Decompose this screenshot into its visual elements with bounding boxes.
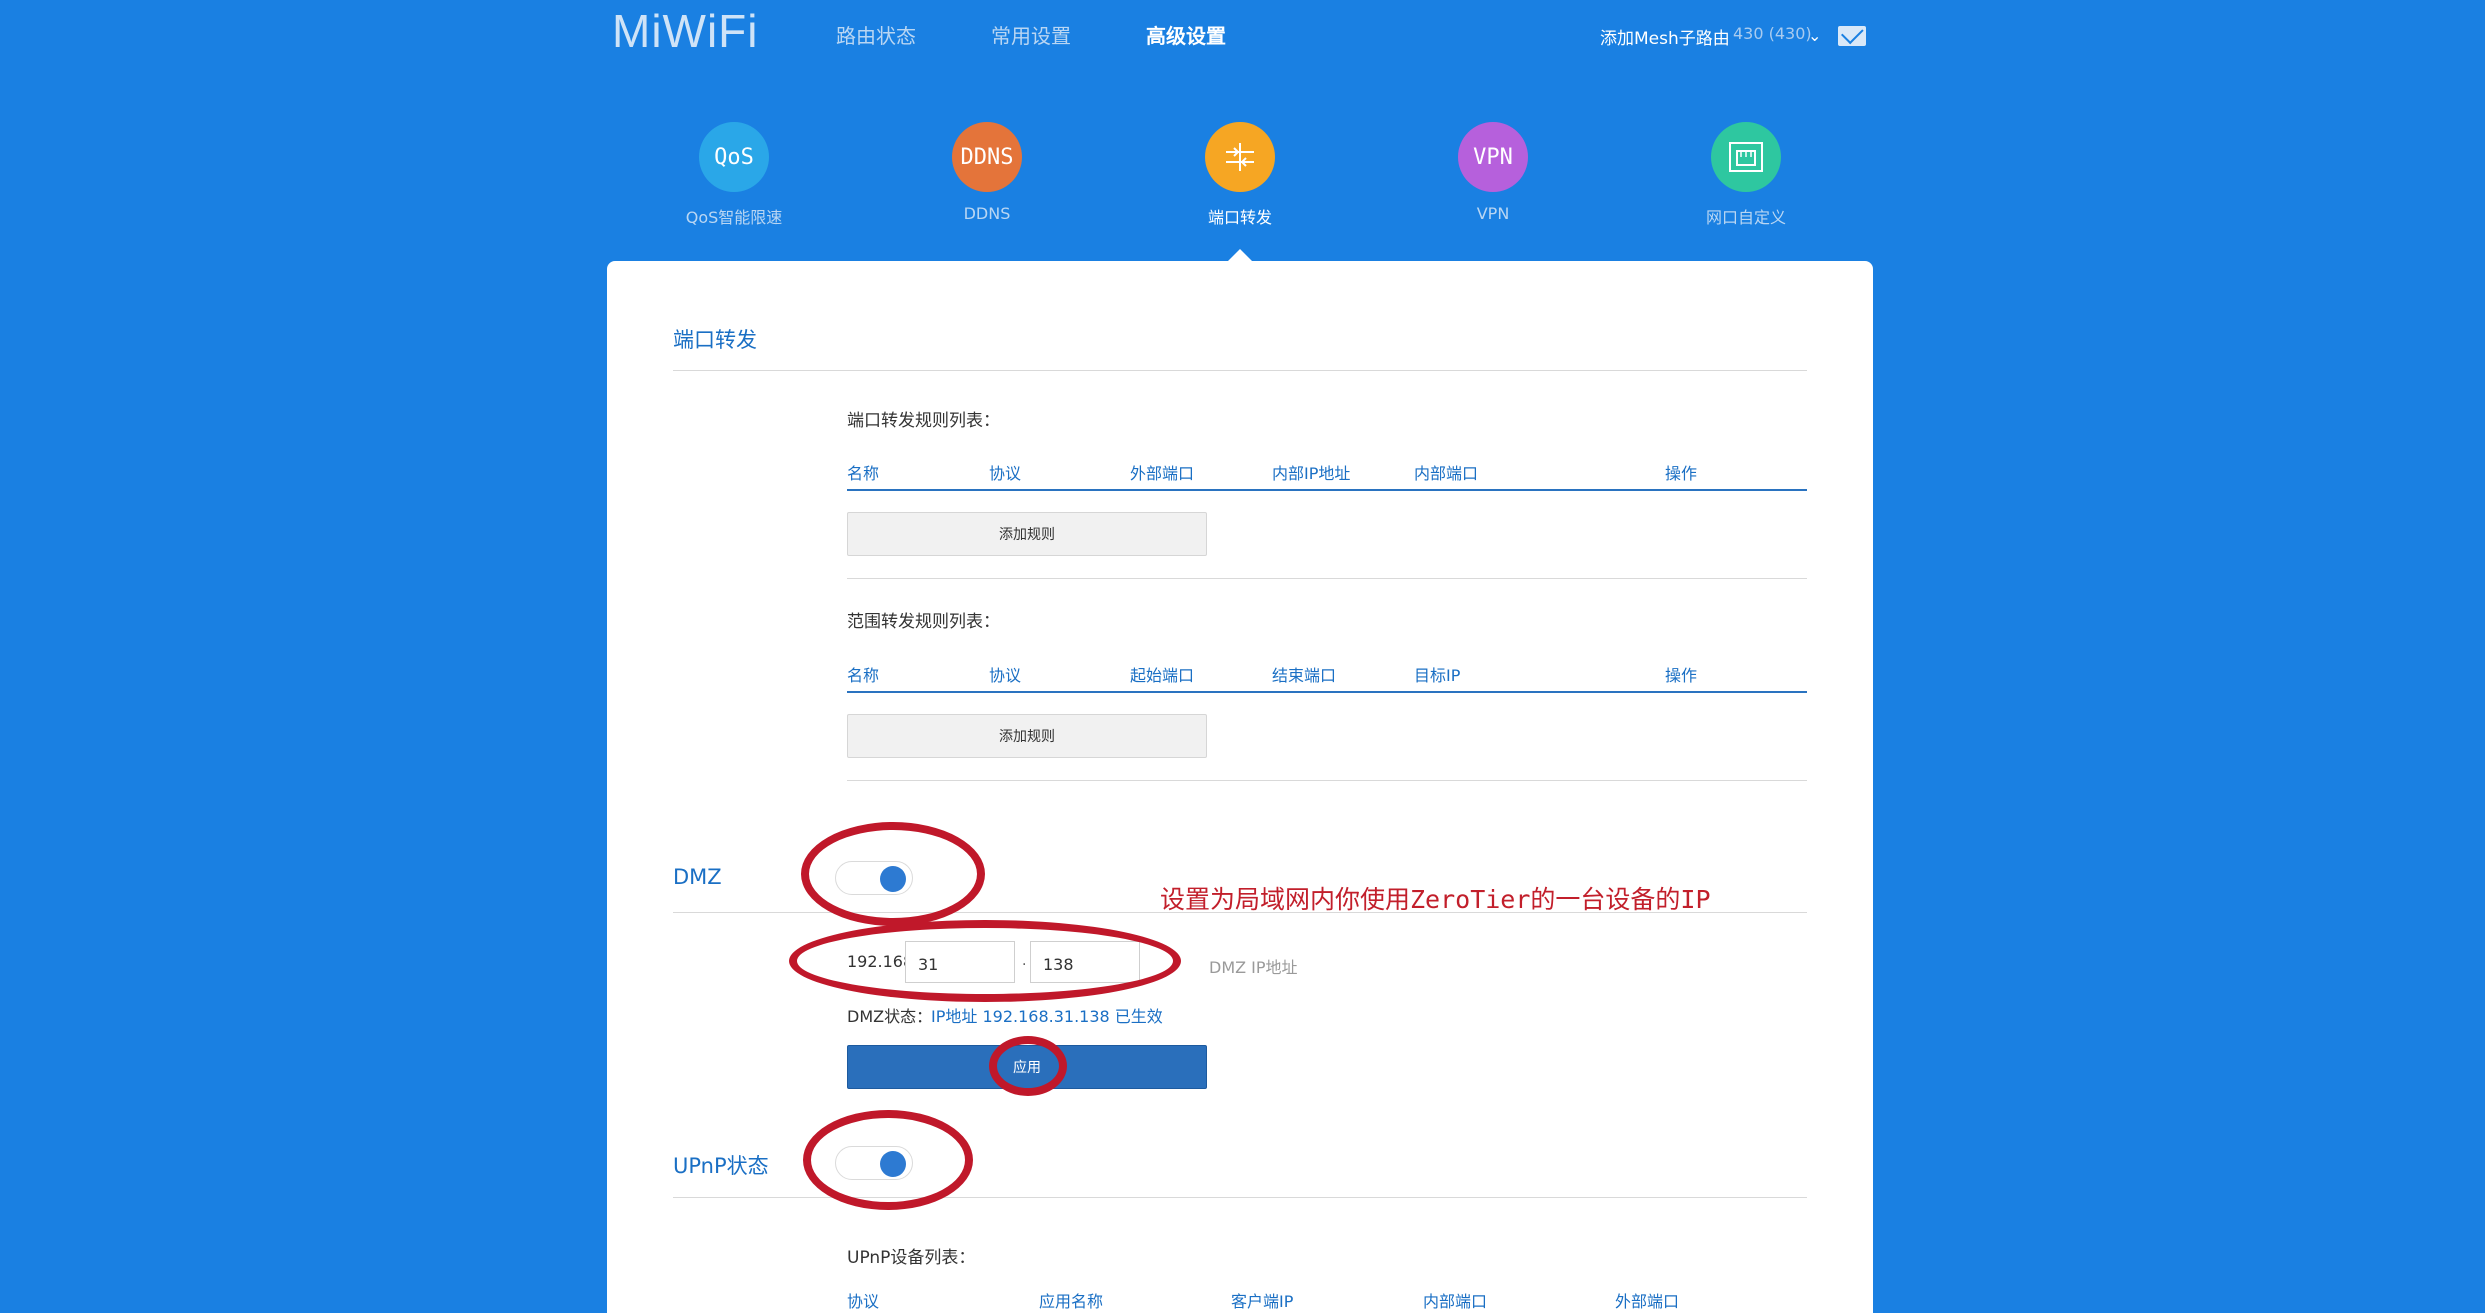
dmz-ip-prefix: 192.168 (847, 952, 914, 971)
col-target-ip: 目标IP (1414, 666, 1461, 685)
upnp-title: UPnP状态 (673, 1154, 769, 1178)
subnav-label: 端口转发 (1207, 208, 1272, 227)
col-internal-port: 内部端口 (1414, 464, 1479, 483)
table-header-line (847, 691, 1807, 693)
col-actions: 操作 (1665, 464, 1698, 483)
dmz-status-value: IP地址 192.168.31.138 已生效 (931, 1007, 1163, 1026)
vpn-icon: VPN (1458, 122, 1528, 192)
active-tab-caret (1228, 249, 1252, 261)
subnav-port-forward[interactable]: 端口转发 (1160, 122, 1320, 228)
content-panel: 端口转发 端口转发规则列表： 名称 协议 外部端口 内部IP地址 内部端口 操作… (607, 261, 1873, 1313)
col-client-ip: 客户端IP (1231, 1292, 1294, 1311)
col-app-name: 应用名称 (1039, 1292, 1104, 1311)
rules-list-title: 端口转发规则列表： (847, 411, 1000, 431)
wan-port-icon (1711, 122, 1781, 192)
router-model[interactable]: 430 (430) (1733, 24, 1812, 43)
range-list-title: 范围转发规则列表： (847, 612, 1000, 632)
miwifi-logo: MiWiFi (612, 5, 759, 57)
divider (673, 370, 1807, 371)
subnav-qos[interactable]: QoS QoS智能限速 (654, 122, 814, 228)
add-mesh-link[interactable]: 添加Mesh子路由 (1600, 24, 1730, 49)
annotation-text: 设置为局域网内你使用ZeroTier的一台设备的IP (1160, 885, 1711, 914)
dmz-toggle[interactable] (835, 861, 913, 895)
subnav-vpn[interactable]: VPN VPN (1413, 122, 1573, 223)
upnp-list-title: UPnP设备列表： (847, 1248, 976, 1268)
qos-icon: QoS (699, 122, 769, 192)
dmz-ip-hint: DMZ IP地址 (1209, 958, 1298, 977)
col-internal-ip: 内部IP地址 (1272, 464, 1351, 483)
col-protocol: 协议 (989, 464, 1022, 483)
ip-dot: . (1022, 953, 1027, 969)
subnav-label: QoS智能限速 (685, 208, 783, 227)
port-forward-title: 端口转发 (673, 328, 757, 352)
toggle-knob (880, 1151, 906, 1177)
subnav-label: DDNS (963, 204, 1011, 223)
add-rule-button[interactable]: 添加规则 (847, 512, 1207, 556)
divider (847, 578, 1807, 579)
col-name: 名称 (847, 464, 880, 483)
col-protocol: 协议 (989, 666, 1022, 685)
col-protocol: 协议 (847, 1292, 880, 1311)
col-actions: 操作 (1665, 666, 1698, 685)
mail-icon[interactable] (1838, 26, 1866, 46)
tab-advanced-settings[interactable]: 高级设置 (1146, 20, 1226, 49)
tab-common-settings[interactable]: 常用设置 (991, 20, 1071, 49)
dmz-title: DMZ (673, 865, 722, 889)
subnav-label: VPN (1476, 204, 1510, 223)
col-end-port: 结束端口 (1272, 666, 1337, 685)
col-external-port: 外部端口 (1615, 1292, 1680, 1311)
divider (673, 1197, 1807, 1198)
chevron-down-icon[interactable]: ⌄ (1808, 26, 1821, 45)
apply-button[interactable]: 应用 (847, 1045, 1207, 1089)
port-forward-icon (1205, 122, 1275, 192)
table-header-line (847, 489, 1807, 491)
add-range-rule-button[interactable]: 添加规则 (847, 714, 1207, 758)
tab-router-status[interactable]: 路由状态 (836, 20, 916, 49)
subnav-wan-port[interactable]: 网口自定义 (1666, 122, 1826, 228)
upnp-toggle[interactable] (835, 1146, 913, 1180)
dmz-octet4-input[interactable]: 138 (1030, 941, 1140, 983)
col-external-port: 外部端口 (1130, 464, 1195, 483)
dmz-octet3-input[interactable]: 31 (905, 941, 1015, 983)
col-start-port: 起始端口 (1130, 666, 1195, 685)
divider (847, 780, 1807, 781)
subnav-label: 网口自定义 (1705, 208, 1786, 227)
ddns-icon: DDNS (952, 122, 1022, 192)
dmz-status-label: DMZ状态： (847, 1007, 933, 1026)
col-name: 名称 (847, 666, 880, 685)
toggle-knob (880, 866, 906, 892)
col-internal-port: 内部端口 (1423, 1292, 1488, 1311)
subnav-ddns[interactable]: DDNS DDNS (907, 122, 1067, 223)
